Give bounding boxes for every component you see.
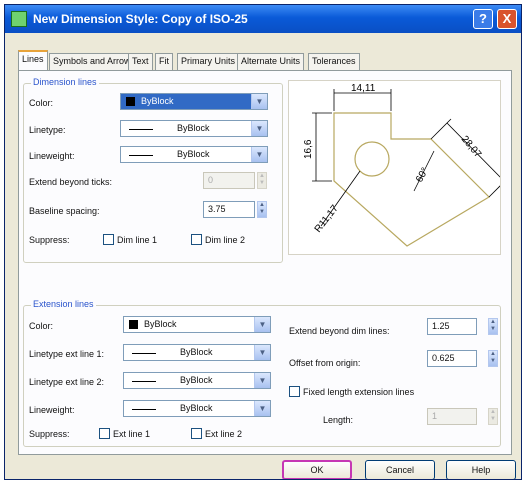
ext-line-1-label: Ext line 1 xyxy=(113,429,151,439)
dialog-window: New Dimension Style: Copy of ISO-25 ? X … xyxy=(4,4,522,480)
app-icon xyxy=(11,11,27,27)
part-outline xyxy=(333,112,490,247)
cancel-button[interactable]: Cancel xyxy=(365,460,435,479)
dim-text-angle: 60° xyxy=(414,166,431,185)
tab-fit[interactable]: Fit xyxy=(155,53,173,70)
ext-linetype1-label: Linetype ext line 1: xyxy=(29,349,105,359)
tab-lines[interactable]: Lines xyxy=(18,50,48,71)
baseline-spacing-spinner[interactable]: ▲ ▼ xyxy=(257,201,267,218)
fixed-length-label: Fixed length extension lines xyxy=(303,387,415,397)
ext-color-select[interactable]: ByBlock ▼ xyxy=(123,316,271,333)
extend-beyond-spinner[interactable]: ▲ ▼ xyxy=(488,318,498,335)
dim-line-2-label: Dim line 2 xyxy=(205,235,246,245)
offset-origin-input[interactable]: 0.625 xyxy=(427,350,477,367)
ext-color-value: ByBlock xyxy=(144,319,177,329)
fixed-length-checkbox[interactable] xyxy=(289,386,300,397)
ext-line-1-checkbox[interactable] xyxy=(99,428,110,439)
dim-linetype-label: Linetype: xyxy=(29,125,66,135)
extension-lines-title: Extension lines xyxy=(31,299,96,309)
hole-circle xyxy=(354,141,390,177)
dim-linetype-value: ByBlock xyxy=(177,123,210,133)
length-spinner[interactable]: ▲ ▼ xyxy=(488,408,498,425)
ext-color-label: Color: xyxy=(29,321,54,331)
dim-lineweight-select[interactable]: ByBlock ▼ xyxy=(120,146,268,163)
extend-beyond-input[interactable]: 1.25 xyxy=(427,318,477,335)
tab-alternate-units[interactable]: Alternate Units xyxy=(237,53,305,70)
preview-drawing: 14,11 16,6 28,07 60° R11,17 xyxy=(303,83,510,247)
chevron-down-icon[interactable]: ▼ xyxy=(254,373,270,388)
offset-origin-label: Offset from origin: xyxy=(289,358,361,368)
line-sample-icon xyxy=(129,129,153,130)
ext-line-2-checkbox[interactable] xyxy=(191,428,202,439)
help-button[interactable]: Help xyxy=(446,460,516,479)
ext-linetype1-value: ByBlock xyxy=(180,347,213,357)
ext-linetype2-select[interactable]: ByBlock ▼ xyxy=(123,372,271,389)
help-icon[interactable]: ? xyxy=(473,9,493,29)
window-title: New Dimension Style: Copy of ISO-25 xyxy=(33,12,248,26)
tab-symbols-and-arrows[interactable]: Symbols and Arrows xyxy=(49,53,140,70)
line-sample-icon xyxy=(129,155,153,156)
dimension-lines-title: Dimension lines xyxy=(31,77,99,87)
dim-color-value: ByBlock xyxy=(141,96,174,106)
dim-extend-input[interactable]: 0 xyxy=(203,172,255,189)
close-icon[interactable]: X xyxy=(497,9,517,29)
color-swatch-icon xyxy=(126,97,135,106)
chevron-down-icon[interactable]: ▼ xyxy=(251,121,267,136)
dim-line-2-checkbox[interactable] xyxy=(191,234,202,245)
tab-text[interactable]: Text xyxy=(128,53,153,70)
dim-line-1-label: Dim line 1 xyxy=(117,235,158,245)
ext-linetype1-select[interactable]: ByBlock ▼ xyxy=(123,344,271,361)
dim-extend-label: Extend beyond ticks: xyxy=(29,177,113,187)
line-sample-icon xyxy=(132,381,156,382)
chevron-down-icon[interactable]: ▼ xyxy=(251,94,267,109)
preview-panel: 14,11 16,6 28,07 60° R11,17 xyxy=(288,80,510,255)
dim-color-label: Color: xyxy=(29,98,54,108)
dim-extend-spinner[interactable]: ▲ ▼ xyxy=(257,172,267,189)
dim-line-1-checkbox[interactable] xyxy=(103,234,114,245)
ext-linetype2-value: ByBlock xyxy=(180,375,213,385)
dim-color-select[interactable]: ByBlock ▼ xyxy=(120,93,268,110)
line-sample-icon xyxy=(132,353,156,354)
extend-beyond-label: Extend beyond dim lines: xyxy=(289,326,390,336)
chevron-down-icon[interactable]: ▼ xyxy=(251,147,267,162)
line-sample-icon xyxy=(132,409,156,410)
dimension-lines-preview xyxy=(312,89,510,227)
dim-text-left: 16,6 xyxy=(303,139,314,159)
ext-line-2-label: Ext line 2 xyxy=(205,429,243,439)
chevron-down-icon[interactable]: ▼ xyxy=(254,345,270,360)
tab-primary-units[interactable]: Primary Units xyxy=(177,53,240,70)
ext-lineweight-label: Lineweight: xyxy=(29,405,75,415)
baseline-spacing-label: Baseline spacing: xyxy=(29,206,100,216)
ok-button[interactable]: OK xyxy=(282,460,352,479)
color-swatch-icon xyxy=(129,320,138,329)
ext-lineweight-select[interactable]: ByBlock ▼ xyxy=(123,400,271,417)
tab-tolerances[interactable]: Tolerances xyxy=(308,53,360,70)
chevron-down-icon[interactable]: ▼ xyxy=(254,317,270,332)
offset-origin-spinner[interactable]: ▲ ▼ xyxy=(488,350,498,367)
preview-geometry xyxy=(333,112,490,247)
dim-suppress-label: Suppress: xyxy=(29,235,70,245)
dim-lineweight-label: Lineweight: xyxy=(29,151,75,161)
dim-text-radius: R11,17 xyxy=(313,203,341,235)
ext-linetype2-label: Linetype ext line 2: xyxy=(29,377,105,387)
dim-linetype-select[interactable]: ByBlock ▼ xyxy=(120,120,268,137)
dim-text-top: 14,11 xyxy=(351,83,376,94)
ext-lineweight-value: ByBlock xyxy=(180,403,213,413)
title-bar[interactable]: New Dimension Style: Copy of ISO-25 ? X xyxy=(5,5,521,33)
length-label: Length: xyxy=(323,415,354,425)
ext-suppress-label: Suppress: xyxy=(29,429,70,439)
dim-lineweight-value: ByBlock xyxy=(177,149,210,159)
baseline-spacing-input[interactable]: 3.75 xyxy=(203,201,255,218)
chevron-down-icon[interactable]: ▼ xyxy=(254,401,270,416)
length-input[interactable]: 1 xyxy=(427,408,477,425)
